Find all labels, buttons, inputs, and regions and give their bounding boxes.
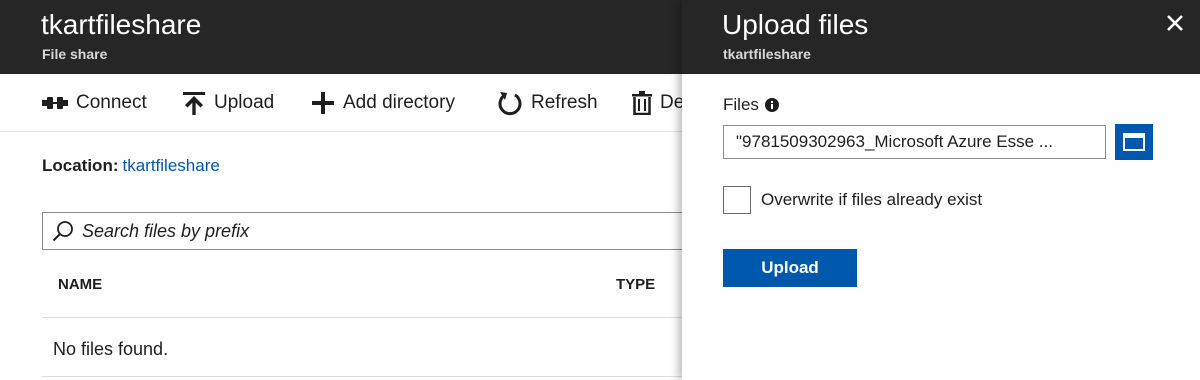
refresh-icon (498, 92, 522, 116)
column-header-type[interactable]: TYPE (616, 276, 655, 293)
search-box[interactable]: Search files by prefix (42, 212, 682, 250)
table-header-divider (42, 317, 682, 318)
upload-toolbar-button[interactable]: Upload (182, 89, 274, 117)
files-label-text: Files (723, 95, 759, 114)
file-share-blade: tkartfileshare File share Connect Upload (0, 0, 682, 380)
search-icon (52, 221, 73, 242)
upload-blade-subtitle: tkartfileshare (723, 46, 811, 62)
search-input[interactable]: Search files by prefix (82, 221, 249, 242)
add-directory-label: Add directory (343, 92, 455, 113)
location-label: Location: (42, 156, 119, 175)
upload-button[interactable]: Upload (723, 249, 857, 287)
files-field-label: Files (723, 95, 779, 115)
column-header-name[interactable]: NAME (58, 276, 102, 293)
table-row-divider (42, 376, 682, 377)
location-link[interactable]: tkartfileshare (123, 156, 220, 175)
command-toolbar: Connect Upload Add directory Refresh De (0, 74, 682, 132)
blade-subtitle: File share (42, 46, 108, 62)
upload-files-blade: Upload files tkartfileshare Files "97815… (682, 0, 1200, 380)
location-breadcrumb: Location: tkartfileshare (42, 156, 220, 176)
blade-title: tkartfileshare (41, 9, 202, 40)
upload-toolbar-label: Upload (214, 92, 275, 113)
connect-button[interactable]: Connect (42, 89, 147, 117)
upload-blade-title: Upload files (722, 9, 869, 40)
upload-icon (183, 92, 205, 115)
plus-icon (312, 92, 334, 114)
empty-table-message: No files found. (53, 339, 169, 359)
delete-button[interactable]: De (632, 89, 682, 117)
file-share-header: tkartfileshare File share (0, 0, 682, 74)
trash-icon (632, 91, 652, 115)
folder-icon (1123, 133, 1145, 151)
browse-files-button[interactable] (1115, 124, 1153, 160)
connect-label: Connect (76, 92, 147, 113)
delete-label: De (660, 92, 682, 113)
refresh-label: Refresh (531, 92, 598, 113)
upload-blade-header: Upload files tkartfileshare (682, 0, 1200, 74)
overwrite-checkbox[interactable] (723, 186, 751, 214)
connect-icon (42, 97, 68, 109)
add-directory-button[interactable]: Add directory (311, 89, 455, 117)
files-input[interactable]: "9781509302963_Microsoft Azure Esse ... (723, 125, 1106, 159)
refresh-button[interactable]: Refresh (497, 89, 598, 117)
overwrite-label[interactable]: Overwrite if files already exist (761, 190, 982, 210)
info-icon[interactable] (764, 98, 779, 112)
close-icon[interactable] (1166, 14, 1184, 32)
